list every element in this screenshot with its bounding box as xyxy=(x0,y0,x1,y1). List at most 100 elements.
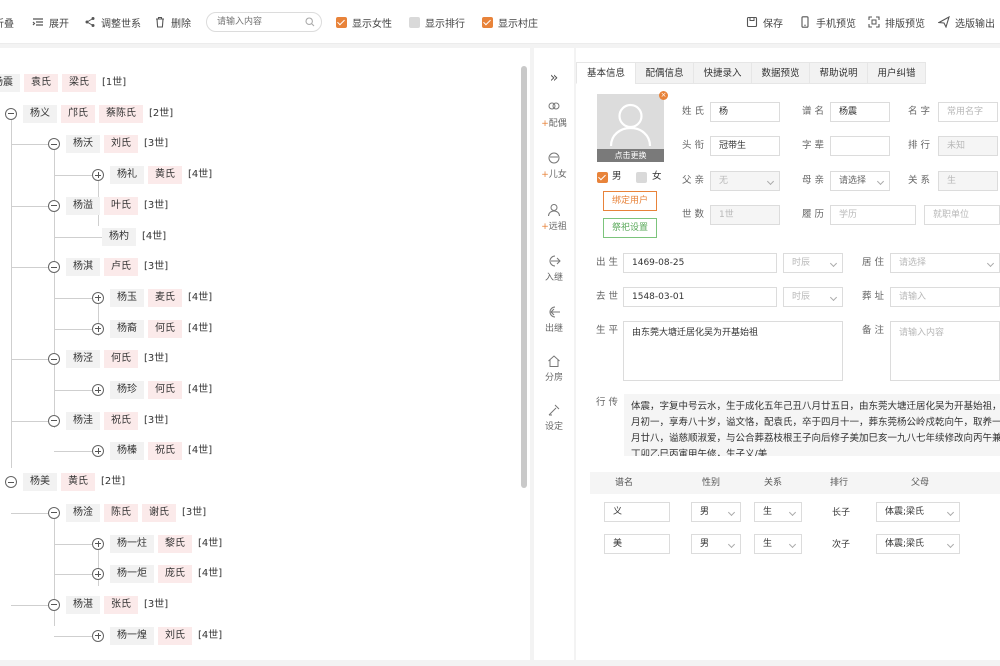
person-node[interactable]: 杨溢 xyxy=(66,196,100,215)
person-node[interactable]: 杨义 xyxy=(23,104,57,123)
gender-male-checkbox[interactable] xyxy=(597,172,608,183)
mother-select[interactable]: 请选择 xyxy=(830,171,890,191)
spouse-node[interactable]: 何氏 xyxy=(148,381,182,399)
child-parents-select[interactable]: 体震;梁氏 xyxy=(876,534,960,554)
person-node[interactable]: 杨一炬 xyxy=(110,565,154,584)
person-node[interactable]: 杨美 xyxy=(23,473,57,492)
genealogy-name-field[interactable]: 杨震 xyxy=(830,102,890,122)
spouse-node[interactable]: 卢氏 xyxy=(104,258,138,277)
show-village-toggle[interactable]: 显示村庄 xyxy=(482,13,538,31)
tab-spouse-info[interactable]: 配偶信息 xyxy=(635,62,694,84)
person-node[interactable]: 杨榛 xyxy=(110,442,144,461)
sidenav-item-children[interactable]: +儿女 xyxy=(534,151,574,180)
avatar[interactable]: 点击更换 xyxy=(597,94,664,162)
spouse-node[interactable]: 谢氏 xyxy=(142,503,176,522)
spouse-node[interactable]: 何氏 xyxy=(104,350,138,369)
given-name-field[interactable]: 常用名字 xyxy=(938,102,998,122)
person-node[interactable]: 杨泾 xyxy=(66,350,100,369)
tab-help[interactable]: 帮助说明 xyxy=(809,62,868,84)
collapse-panel-icon[interactable]: » xyxy=(534,70,574,86)
collapse-button[interactable]: 折叠 xyxy=(0,13,14,31)
child-relation-select[interactable]: 生 xyxy=(754,502,802,522)
child-name-field[interactable]: 义 xyxy=(604,502,670,522)
layout-preview-button[interactable]: 排版预览 xyxy=(868,13,925,31)
expand-node-icon[interactable] xyxy=(92,537,104,550)
person-node[interactable]: 杨裔 xyxy=(110,319,144,338)
phone-preview-button[interactable]: 手机预览 xyxy=(799,13,856,31)
burial-field[interactable]: 请输入 xyxy=(890,287,1000,307)
collapse-node-icon[interactable] xyxy=(48,414,60,427)
spouse-node[interactable]: 张氏 xyxy=(104,595,138,614)
spouse-node[interactable]: 祝氏 xyxy=(104,411,138,430)
spouse-node[interactable]: 梁氏 xyxy=(62,74,96,92)
person-node[interactable]: 杨玉 xyxy=(110,288,144,307)
search-input[interactable] xyxy=(207,13,301,31)
person-node[interactable]: 杨湛 xyxy=(66,595,100,614)
collapse-node-icon[interactable] xyxy=(48,261,60,274)
expand-node-icon[interactable] xyxy=(92,568,104,581)
avatar-change-label[interactable]: 点击更换 xyxy=(597,149,664,162)
child-relation-select[interactable]: 生 xyxy=(754,534,802,554)
adjust-lineage-button[interactable]: 调整世系 xyxy=(84,13,141,31)
person-node[interactable]: 杨淇 xyxy=(66,258,100,277)
collapse-node-icon[interactable] xyxy=(5,476,17,489)
spouse-node[interactable]: 何氏 xyxy=(148,319,182,338)
courtesy-field[interactable] xyxy=(830,136,890,156)
expand-node-icon[interactable] xyxy=(92,629,104,642)
spouse-node[interactable]: 黄氏 xyxy=(61,473,95,492)
export-button[interactable]: 选版输出 xyxy=(938,13,995,31)
sidenav-item-branch[interactable]: 分房 xyxy=(534,354,574,383)
spouse-node[interactable]: 叶氏 xyxy=(104,196,138,215)
spouse-node[interactable]: 黄氏 xyxy=(148,166,182,185)
relation-select[interactable]: 生 xyxy=(938,171,998,191)
person-node[interactable]: 杨淦 xyxy=(66,503,100,522)
death-time-select[interactable]: 时辰 xyxy=(783,287,843,307)
spouse-node[interactable]: 刘氏 xyxy=(158,626,192,645)
expand-node-icon[interactable] xyxy=(92,322,104,335)
residence-select[interactable]: 请选择 xyxy=(890,253,1000,273)
person-node[interactable]: 杨沃 xyxy=(66,135,100,154)
collapse-node-icon[interactable] xyxy=(48,138,60,151)
person-node[interactable]: 杨一煌 xyxy=(110,626,154,645)
father-select[interactable]: 无 xyxy=(710,171,780,191)
search-icon[interactable] xyxy=(305,17,315,30)
collapse-node-icon[interactable] xyxy=(48,506,60,519)
tree-scrollbar[interactable] xyxy=(521,66,527,488)
delete-button[interactable]: 删除 xyxy=(154,13,191,31)
person-node[interactable]: 杨杓 xyxy=(102,227,136,246)
tab-quick-entry[interactable]: 快捷录入 xyxy=(693,62,752,84)
spouse-node[interactable]: 袁氏 xyxy=(24,74,58,92)
collapse-node-icon[interactable] xyxy=(48,199,60,212)
child-name-field[interactable]: 美 xyxy=(604,534,670,554)
spouse-node[interactable]: 庞氏 xyxy=(158,565,192,584)
collapse-node-icon[interactable] xyxy=(48,353,60,366)
spouse-node[interactable]: 刘氏 xyxy=(104,135,138,154)
expand-node-icon[interactable] xyxy=(92,291,104,304)
spouse-node[interactable]: 祝氏 xyxy=(148,442,182,461)
child-parents-select[interactable]: 体震;梁氏 xyxy=(876,502,960,522)
sidenav-item-settings[interactable]: 设定 xyxy=(534,403,574,432)
show-rank-checkbox[interactable] xyxy=(409,16,420,28)
show-female-toggle[interactable]: 显示女性 xyxy=(336,13,392,31)
expand-button[interactable]: 展开 xyxy=(32,13,69,31)
expand-node-icon[interactable] xyxy=(92,169,104,182)
life-textarea[interactable]: 由东莞大塘迁居化吴为开基始祖 xyxy=(623,321,843,381)
spouse-node[interactable]: 蔡陈氏 xyxy=(99,104,143,123)
spouse-node[interactable]: 麦氏 xyxy=(148,288,182,307)
sidenav-item-spouse[interactable]: +配偶 xyxy=(534,100,574,129)
spouse-node[interactable]: 邝氏 xyxy=(61,104,95,123)
spouse-node[interactable]: 黎氏 xyxy=(158,534,192,553)
birth-date-field[interactable]: 1469-08-25 xyxy=(623,253,777,273)
spouse-node[interactable]: 陈氏 xyxy=(104,503,138,522)
tab-basic-info[interactable]: 基本信息 xyxy=(576,62,636,84)
tab-data-preview[interactable]: 数据预览 xyxy=(751,62,810,84)
show-village-checkbox[interactable] xyxy=(482,16,493,28)
expand-node-icon[interactable] xyxy=(92,384,104,396)
birth-time-select[interactable]: 时辰 xyxy=(783,253,843,273)
sidenav-item-adopt-in[interactable]: 入继 xyxy=(534,254,574,283)
memorial-settings-button[interactable]: 祭祀设置 xyxy=(603,218,657,238)
surname-field[interactable]: 杨 xyxy=(710,102,780,122)
education-field[interactable]: 学历 xyxy=(830,205,916,225)
death-date-field[interactable]: 1548-03-01 xyxy=(623,287,777,307)
person-node[interactable]: 杨震 xyxy=(0,74,20,92)
